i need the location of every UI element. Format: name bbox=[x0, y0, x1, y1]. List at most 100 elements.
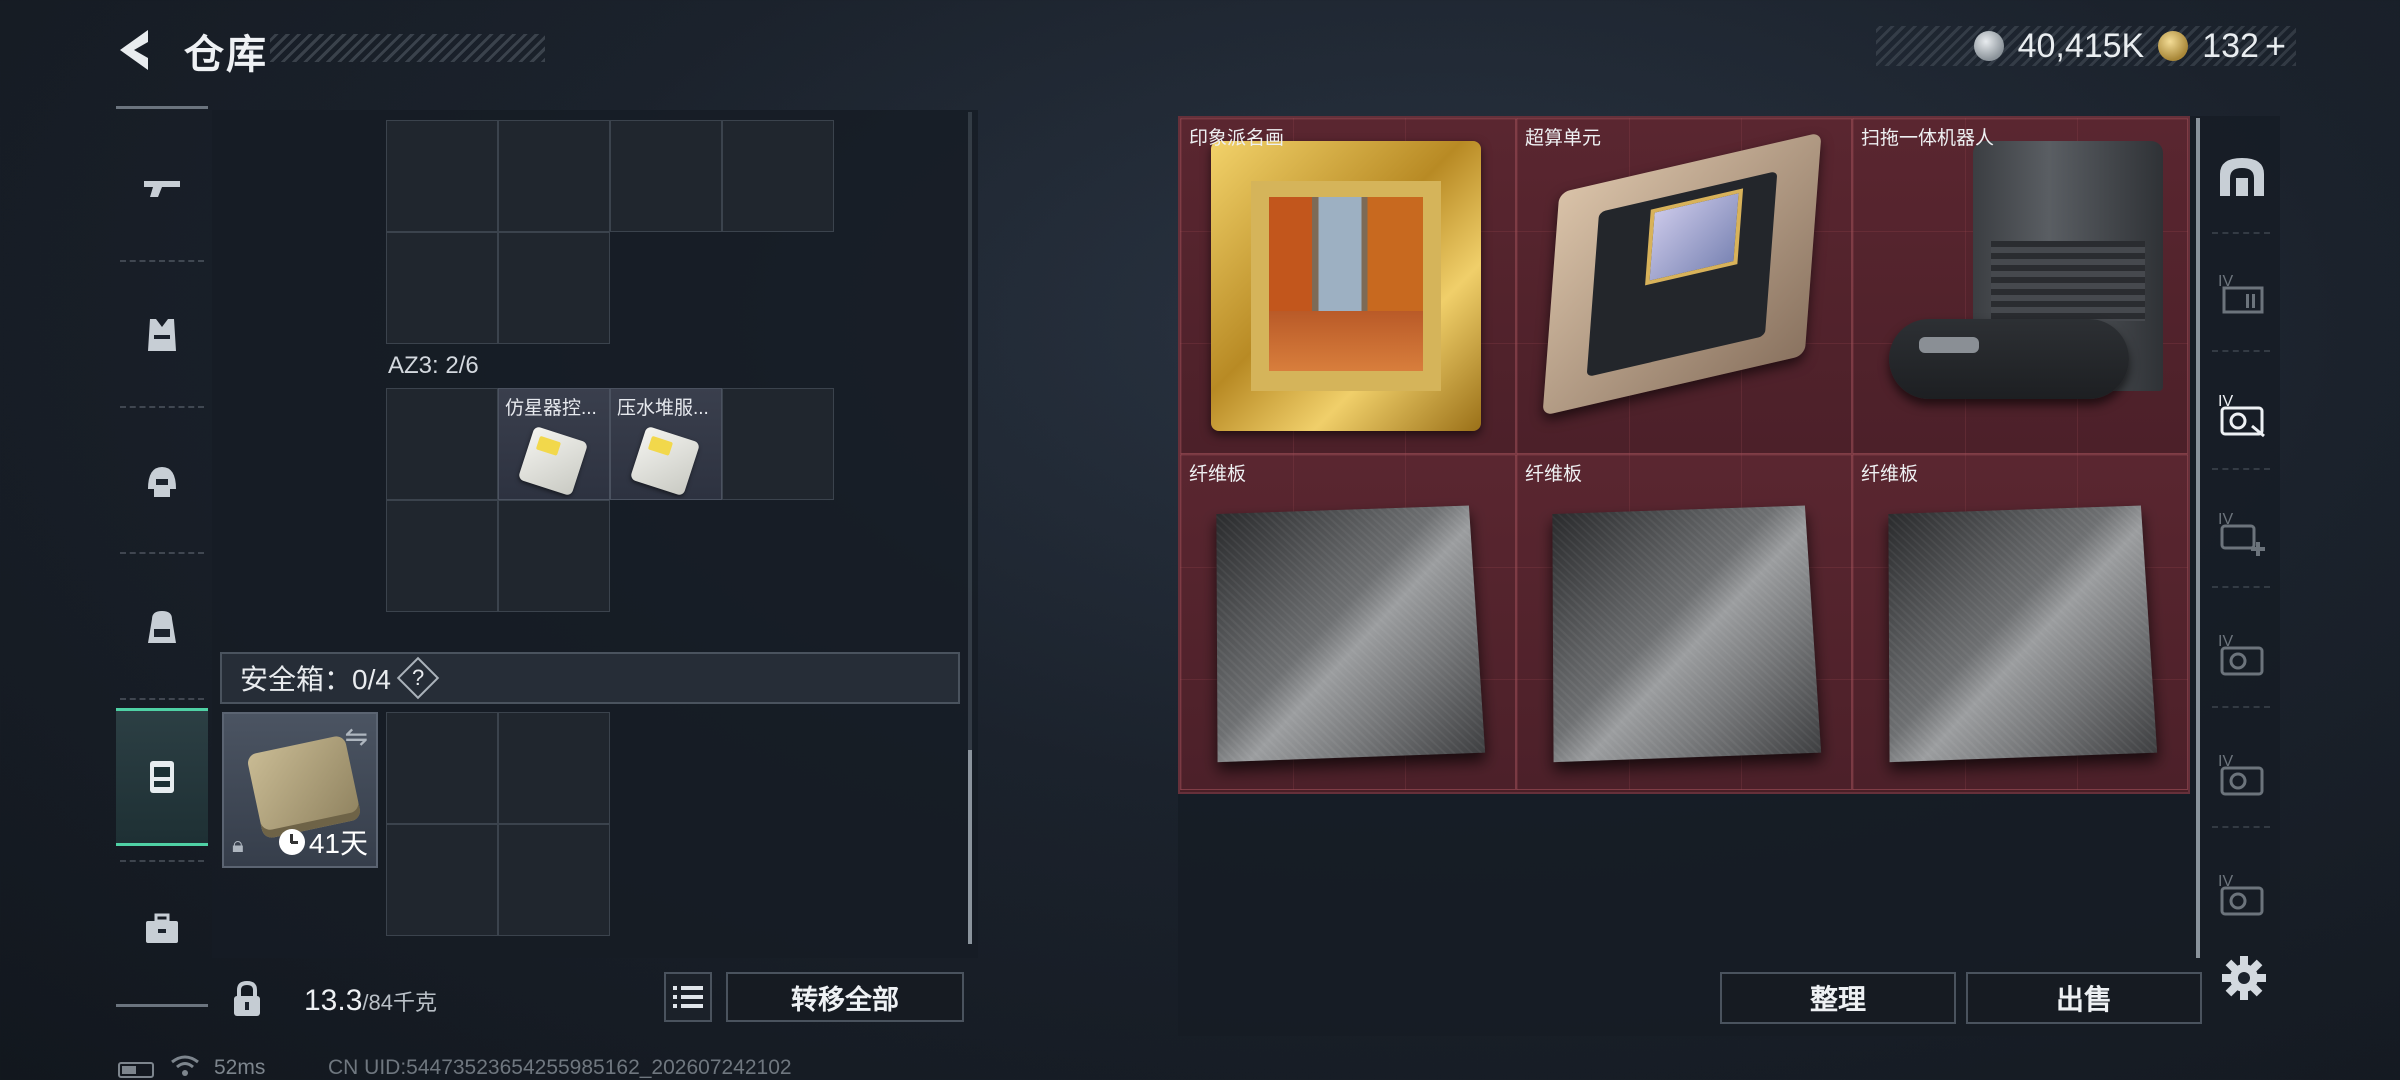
tab-safebox[interactable] bbox=[116, 708, 208, 846]
item-label: 仿星器控... bbox=[505, 393, 597, 420]
storage-iv-icon: IV bbox=[2216, 268, 2268, 320]
tab-toolbox[interactable] bbox=[116, 864, 208, 994]
grid-cell[interactable] bbox=[498, 712, 610, 824]
user-uid: CN UID:544735236542559851​62_20260724210… bbox=[328, 1056, 792, 1080]
pill-pack-icon bbox=[630, 426, 701, 497]
tab-weapon[interactable] bbox=[116, 124, 208, 254]
ping-display: 52ms bbox=[214, 1056, 265, 1080]
back-button[interactable] bbox=[112, 24, 164, 76]
safebox-header: 安全箱：0/4 ? bbox=[220, 652, 960, 704]
fiberboard-art bbox=[1216, 506, 1485, 763]
home-arch-icon bbox=[2216, 152, 2268, 204]
item-label: 印象派名画 bbox=[1189, 123, 1284, 150]
sort-button[interactable]: 整理 bbox=[1720, 972, 1956, 1024]
gun-icon bbox=[140, 167, 184, 211]
gold-amount: 132 bbox=[2202, 27, 2259, 66]
grid-cell[interactable] bbox=[386, 500, 498, 612]
grid-cell[interactable] bbox=[610, 120, 722, 232]
storage-iv-icon: IV bbox=[2216, 748, 2268, 800]
item-label: 压水堆服... bbox=[617, 393, 709, 420]
days-remaining: 41天 bbox=[309, 822, 368, 862]
scrollbar-thumb[interactable] bbox=[968, 750, 972, 944]
gold-coin-icon bbox=[2158, 31, 2188, 61]
list-view-button[interactable] bbox=[664, 972, 712, 1022]
item-label: 超算单元 bbox=[1525, 123, 1601, 150]
grid-cell[interactable] bbox=[386, 712, 498, 824]
fiberboard-art bbox=[1552, 506, 1821, 763]
stash-item-robot-vacuum[interactable]: 扫拖一体机器人 bbox=[1852, 118, 2188, 454]
stash-item-painting[interactable]: 印象派名画 bbox=[1180, 118, 1516, 454]
back-arrow-icon bbox=[112, 24, 164, 76]
settings-button[interactable] bbox=[2218, 952, 2270, 1004]
stash-item-fiberboard[interactable]: 纤维板 bbox=[1516, 454, 1852, 790]
grid-cell[interactable] bbox=[722, 120, 834, 232]
page-title: 仓库 bbox=[184, 22, 268, 80]
inventory-item[interactable]: 仿星器控... bbox=[498, 388, 610, 500]
fiberboard-art bbox=[1888, 506, 2157, 763]
grid-cell[interactable] bbox=[498, 500, 610, 612]
safebox-icon bbox=[140, 755, 184, 799]
weight-display: 13.3/84千克 bbox=[304, 984, 437, 1018]
grid-cell[interactable] bbox=[498, 232, 610, 344]
tab-backpack[interactable] bbox=[116, 562, 208, 692]
battery-icon bbox=[118, 1062, 154, 1078]
stash-item-fiberboard[interactable]: 纤维板 bbox=[1852, 454, 2188, 790]
grid-cell[interactable] bbox=[722, 388, 834, 500]
grid-cell[interactable] bbox=[498, 120, 610, 232]
stash-page-4[interactable]: IV bbox=[2214, 504, 2270, 560]
weight-max: /84千克 bbox=[362, 990, 437, 1015]
helmet-icon bbox=[140, 459, 184, 503]
silver-amount: 40,415K bbox=[2018, 27, 2145, 66]
tab-armor[interactable] bbox=[116, 270, 208, 400]
grid-cell[interactable] bbox=[386, 232, 498, 344]
clock-icon bbox=[279, 829, 305, 855]
sell-button[interactable]: 出售 bbox=[1966, 972, 2202, 1024]
stash-page-3[interactable]: IV bbox=[2214, 386, 2270, 442]
item-label: 纤维板 bbox=[1525, 459, 1582, 486]
az3-capacity-label: AZ3: 2/6 bbox=[388, 352, 479, 380]
storage-iv-icon: IV bbox=[2216, 628, 2268, 680]
stash-scrollbar[interactable] bbox=[2196, 118, 2200, 958]
stash-page-7[interactable]: IV bbox=[2214, 866, 2270, 922]
silver-coin-icon bbox=[1974, 31, 2004, 61]
tab-helmet[interactable] bbox=[116, 416, 208, 546]
item-label: 扫拖一体机器人 bbox=[1861, 123, 1994, 150]
currency-bar: 40,415K 132 + bbox=[1876, 26, 2296, 66]
rail-top-line bbox=[116, 106, 208, 109]
list-icon bbox=[673, 984, 703, 1010]
wifi-icon bbox=[170, 1054, 200, 1080]
swap-icon[interactable]: ⇋ bbox=[345, 720, 368, 753]
toolbox-icon bbox=[140, 907, 184, 951]
add-currency-button[interactable]: + bbox=[2265, 25, 2286, 67]
grid-cell[interactable] bbox=[386, 388, 498, 500]
help-button[interactable]: ? bbox=[397, 657, 439, 699]
grid-cell[interactable] bbox=[386, 824, 498, 936]
grid-cell[interactable] bbox=[386, 120, 498, 232]
item-label: 纤维板 bbox=[1189, 459, 1246, 486]
weight-lock-icon bbox=[230, 980, 264, 1027]
safebox-item[interactable]: ⇋ 🔒︎ 41天 bbox=[222, 712, 378, 868]
item-label: 纤维板 bbox=[1861, 459, 1918, 486]
help-icon: ? bbox=[412, 665, 424, 691]
storage-iv-icon: IV bbox=[2216, 868, 2268, 920]
pill-pack-icon bbox=[518, 426, 589, 497]
stash-item-computing-unit[interactable]: 超算单元 bbox=[1516, 118, 1852, 454]
lock-icon: 🔒︎ bbox=[232, 832, 244, 858]
stash-item-fiberboard[interactable]: 纤维板 bbox=[1180, 454, 1516, 790]
stash-home-tab[interactable] bbox=[2214, 150, 2270, 206]
stash-page-6[interactable]: IV bbox=[2214, 746, 2270, 802]
backpack-icon bbox=[140, 605, 184, 649]
safebox-capacity-label: 安全箱：0/4 bbox=[240, 658, 391, 698]
storage-iv-add-icon: IV bbox=[2216, 506, 2268, 558]
gear-icon bbox=[2218, 952, 2270, 1004]
transfer-all-button[interactable]: 转移全部 bbox=[726, 972, 964, 1022]
vest-icon bbox=[140, 313, 184, 357]
title-decoration bbox=[270, 34, 545, 62]
inventory-item[interactable]: 压水堆服... bbox=[610, 388, 722, 500]
weight-current: 13.3 bbox=[304, 984, 362, 1017]
stash-page-5[interactable]: IV bbox=[2214, 626, 2270, 682]
grid-cell[interactable] bbox=[498, 824, 610, 936]
circuit-board-art bbox=[1542, 132, 1821, 416]
storage-iv-active-icon: IV bbox=[2216, 388, 2268, 440]
stash-page-2[interactable]: IV bbox=[2214, 266, 2270, 322]
